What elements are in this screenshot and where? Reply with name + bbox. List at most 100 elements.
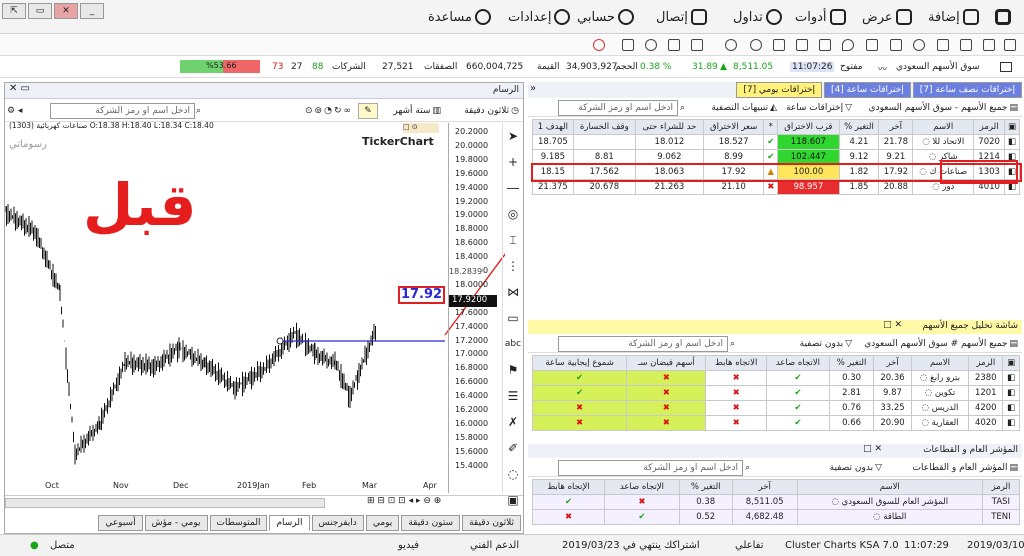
search-icon[interactable]: ⌕ <box>196 103 201 119</box>
table-row[interactable]: ◧ 4200 الدريس ◌ 33.25 0.76 ✔ ✖ ✖ ✖ <box>531 400 1020 416</box>
search-icon[interactable]: ⌕ <box>730 336 735 352</box>
menu-account[interactable]: حسابي <box>577 7 635 27</box>
menu-add[interactable]: إضافة <box>928 7 979 27</box>
menu-help[interactable]: مساعدة <box>428 7 491 27</box>
sectors-filter[interactable]: المؤشر العام و القطاعات ▤ <box>913 460 1018 476</box>
analysis-symbol-search[interactable]: ادخل اسم او رمز الشركة <box>558 336 728 352</box>
table-row[interactable]: TENI الطاقة ◌ 4,682.48 0.52 ✔ ✖ <box>531 509 1021 525</box>
tab-drawer[interactable]: الرسام <box>269 515 310 531</box>
header-cell[interactable]: التغير % <box>838 119 880 135</box>
camera-icon[interactable] <box>668 39 680 51</box>
tab-averages[interactable]: المتوسطات <box>209 515 268 531</box>
header-cell[interactable]: الرمز <box>968 355 1004 371</box>
notify-filter[interactable]: تنبيهات التصفية ◭ <box>711 100 777 116</box>
menu-trade[interactable]: تداول <box>733 7 782 27</box>
chart-symbol-search[interactable]: ادخل اسم او رمز الشركة <box>50 103 195 119</box>
market-filter[interactable]: جميع الأسهم - سوق الأسهم السعودي ▤ <box>869 100 1018 116</box>
header-cell[interactable]: الهدف 1 <box>532 119 574 135</box>
header-cell[interactable]: شموع إيجابية ساعة <box>531 355 628 371</box>
collapse-icon[interactable]: » <box>530 83 536 94</box>
tab-half-hour-breakouts[interactable]: إختراقات نصف ساعة [7] <box>912 82 1022 98</box>
analysis-controls[interactable]: □ ✕ <box>883 320 902 330</box>
zoom-controls[interactable]: ⊞ ⊟ ⊡ ⊡ ◂ ▸ ⊖ ⊕ <box>367 496 441 506</box>
target-icon[interactable]: ⊚ <box>315 106 323 116</box>
drawings-label[interactable]: رسوماتي <box>9 139 47 150</box>
video-link[interactable]: فيديو <box>398 540 419 551</box>
sectors-controls[interactable]: □ ✕ <box>863 444 882 454</box>
header-cell[interactable]: آخر <box>878 119 914 135</box>
chart-settings-icon[interactable]: ⚙ ◂ <box>7 103 22 119</box>
price-axis[interactable]: 20.2000 20.0000 19.8000 19.6000 19.4000 19.20… <box>448 123 500 493</box>
header-cell[interactable]: آخر <box>873 355 912 371</box>
interval-selector[interactable]: ثلاثون دقيقة ◷ <box>464 103 519 119</box>
text-icon[interactable]: abc <box>503 331 523 357</box>
maximize-button[interactable]: ▭ <box>28 3 52 19</box>
tab-weekly[interactable]: أسبوعي <box>98 515 143 531</box>
clock-icon[interactable] <box>645 39 657 51</box>
header-cell[interactable]: قرب الاختراق <box>777 119 840 135</box>
menu-contact[interactable]: إتصال <box>656 7 707 27</box>
alerts-symbol-search[interactable]: ادخل اسم او رمز الشركة <box>558 100 678 116</box>
ruler-icon[interactable]: ⋮ <box>503 253 523 279</box>
header-cell[interactable]: الاسم <box>796 479 983 495</box>
analysis-market-filter[interactable]: جميع الأسهم # سوق الأسهم السعودي ▤ <box>864 336 1018 352</box>
header-cell[interactable]: الاسم <box>910 355 970 371</box>
header-cell[interactable]: الاتجاه صاعد <box>765 355 830 371</box>
minimize-button[interactable]: _ <box>80 3 104 19</box>
line-anchor[interactable] <box>276 337 284 345</box>
header-cell[interactable]: الاسم <box>912 119 975 135</box>
table-row[interactable]: TASI المؤشر العام للسوق السعودي ◌ 8,511.05… <box>531 494 1021 510</box>
chart-mini-controls[interactable]: □ ⊙ <box>403 123 439 133</box>
header-cell[interactable]: التغير % <box>678 479 733 495</box>
tab-daily-index[interactable]: يومي - مؤش <box>144 515 208 531</box>
indicators-icon[interactable]: ☰ <box>503 383 523 409</box>
table-icon[interactable] <box>890 39 902 51</box>
drop-icon[interactable] <box>842 39 854 51</box>
price-chart[interactable] <box>5 123 505 493</box>
time-icon[interactable]: ◔ <box>324 106 332 116</box>
table-row[interactable]: ◧ 7020 الاتحاد للا ◌ 21.78 4.21 118.607 ✔ 18.52… <box>532 134 1021 150</box>
table-row[interactable]: ◧ 2380 بترو رابغ ◌ 20.36 0.30 ✔ ✖ ✖ ✔ <box>531 370 1020 386</box>
monitor-icon[interactable] <box>983 39 995 51</box>
bars-icon[interactable] <box>866 39 878 51</box>
search-icon[interactable]: ⌕ <box>745 460 750 476</box>
zigzag-icon[interactable]: ⋈ <box>503 279 523 305</box>
chart-close-icon[interactable]: ✕ ▭ <box>9 83 30 94</box>
header-cell[interactable]: حد للشراء حتى <box>634 119 704 135</box>
close-button[interactable]: ✕ <box>54 3 78 19</box>
tab-daily-breakouts[interactable]: إختراقات يومي [7] <box>736 82 823 98</box>
header-cell[interactable]: الرمز <box>981 479 1021 495</box>
tab-sixty-min[interactable]: ستون دقيقة <box>401 515 461 531</box>
restore-button[interactable]: ⇱ <box>2 3 26 19</box>
header-cell[interactable]: الإتجاه صاعد <box>604 479 680 495</box>
line-chart-icon[interactable] <box>622 39 634 51</box>
pointer-icon[interactable]: ➤ <box>503 123 523 149</box>
header-cell[interactable]: * <box>763 119 779 135</box>
crosshair-icon[interactable] <box>773 39 785 51</box>
clear-icon[interactable]: ✗ <box>503 409 523 435</box>
chart-scrollbar[interactable] <box>5 498 325 508</box>
link-icon[interactable]: ∞ <box>344 106 352 116</box>
time-axis[interactable]: Oct Nov Dec 2019Jan Feb Mar Apr <box>5 481 448 493</box>
crosshair-icon[interactable]: + <box>503 149 523 175</box>
mail-icon[interactable] <box>1004 39 1016 51</box>
shape-icon[interactable]: ▭ <box>503 305 523 331</box>
grid-icon[interactable] <box>691 39 703 51</box>
list-icon[interactable] <box>796 39 808 51</box>
tab-filter[interactable]: إختراقات ساعة ▽ <box>786 100 852 116</box>
header-cell[interactable]: الإتجاه هابط <box>531 479 606 495</box>
header-cell[interactable]: آخر <box>731 479 798 495</box>
board-icon[interactable] <box>960 39 972 51</box>
refresh-icon[interactable] <box>593 39 605 51</box>
header-cell[interactable]: وقف الخسارة <box>572 119 636 135</box>
hline-icon[interactable]: ― <box>503 175 523 201</box>
table-row[interactable]: ◧ 1201 تكوين ◌ 9.87 2.81 ✔ ✖ ✖ ✔ <box>531 385 1020 401</box>
hide-icon[interactable]: ◌ <box>503 461 523 487</box>
eye-icon[interactable] <box>913 39 925 51</box>
person-icon[interactable] <box>725 39 737 51</box>
menu-settings[interactable]: إعدادات <box>508 7 571 27</box>
support-link[interactable]: الدعم الفني <box>470 540 519 551</box>
period-selector[interactable]: ستة أشهر ▥ <box>393 103 441 119</box>
tab-hour-breakouts[interactable]: إختراقات ساعة [4] <box>824 82 911 98</box>
tab-divergence[interactable]: دايفرجنس <box>311 515 364 531</box>
